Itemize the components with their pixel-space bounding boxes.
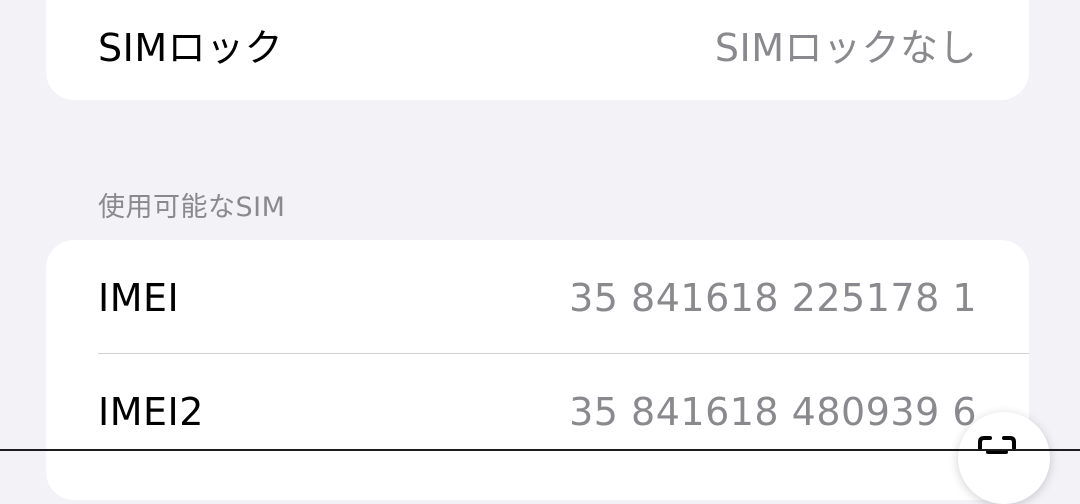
sim-lock-label: SIMロック (98, 25, 284, 70)
sim-lock-group: SIMロック SIMロックなし (46, 0, 1029, 100)
sim-lock-value: SIMロックなし (714, 25, 977, 70)
live-text-icon (978, 436, 1016, 454)
row-separator (98, 353, 1029, 354)
available-sim-group: IMEI 35 841618 225178 1 IMEI2 35 841618 … (46, 240, 1029, 500)
imei-value[interactable]: 35 841618 225178 1 (569, 276, 977, 320)
imei-label: IMEI (98, 276, 180, 320)
available-sim-header: 使用可能なSIM (98, 192, 286, 223)
imei-row: IMEI 35 841618 225178 1 (46, 242, 1029, 354)
sim-lock-row: SIMロック SIMロックなし (46, 0, 1029, 100)
imei2-row: IMEI2 35 841618 480939 6 (46, 356, 1029, 468)
imei2-value[interactable]: 35 841618 480939 6 (569, 390, 977, 434)
live-text-button[interactable] (958, 412, 1050, 504)
imei2-label: IMEI2 (98, 390, 204, 434)
